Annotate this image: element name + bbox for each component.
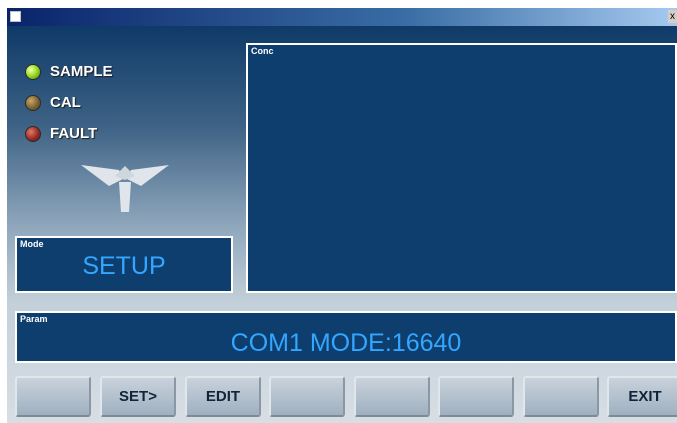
window-menu-icon[interactable] [10,11,21,22]
indicator-label: FAULT [50,125,98,142]
soft-key-6[interactable] [438,376,514,417]
indicator-label: SAMPLE [50,63,113,80]
soft-key-7[interactable] [523,376,599,417]
soft-key-1[interactable] [15,376,91,417]
indicator-fault: FAULT [25,118,113,149]
conc-panel: Conc [246,43,677,293]
teledyne-logo-icon [79,162,171,219]
soft-key-5[interactable] [354,376,430,417]
mode-value: SETUP [82,252,166,280]
soft-key-4[interactable] [269,376,345,417]
instrument-screen: SAMPLE CAL FAULT Mode SETUP Conc Param C… [7,26,677,423]
mode-caption: Mode [20,239,44,249]
edit-button[interactable]: EDIT [185,376,261,417]
exit-button[interactable]: EXIT [607,376,677,417]
close-button[interactable]: x [668,10,677,23]
title-bar: x [7,8,677,26]
conc-caption: Conc [251,46,274,56]
set-button[interactable]: SET> [100,376,176,417]
cal-led-icon [25,94,41,111]
fault-led-icon [25,125,41,142]
sample-led-icon [25,63,41,80]
param-value: COM1 MODE:16640 [230,329,462,357]
indicator-sample: SAMPLE [25,56,113,87]
indicator-label: CAL [50,94,81,111]
status-indicators: SAMPLE CAL FAULT [25,56,113,149]
param-caption: Param [20,314,48,324]
mode-panel: Mode SETUP [15,236,233,293]
indicator-cal: CAL [25,87,113,118]
param-panel: Param COM1 MODE:16640 [15,311,677,363]
